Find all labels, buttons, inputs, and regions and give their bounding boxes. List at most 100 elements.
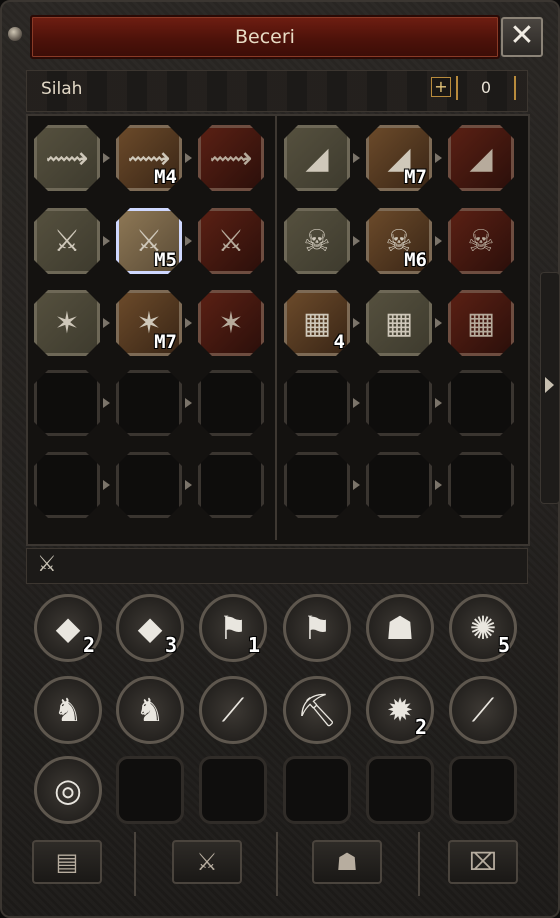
right-skill-slot[interactable] [366, 452, 432, 518]
left-skill-slot[interactable] [198, 370, 264, 436]
right-skill-slot[interactable]: ▦ 4 [284, 290, 350, 356]
claw-strike-skill[interactable]: ✹ 2 [366, 676, 434, 744]
locked-skill[interactable]: ⟋ [449, 676, 517, 744]
right-skill-slot[interactable]: ▦ [366, 290, 432, 356]
group-skill[interactable]: ☗ [366, 594, 434, 662]
side-expand-handle[interactable] [540, 272, 560, 504]
emblem-icon: ✶ [54, 305, 80, 341]
empty-support-slot[interactable] [283, 756, 351, 824]
support-skill-bar: ⚔ [26, 548, 528, 584]
tab-separator [134, 832, 136, 896]
fishing-rod-icon: ⟋ [221, 690, 245, 729]
tab-skills[interactable]: ⚔ [172, 840, 242, 884]
skill-points-value: 0 [456, 76, 516, 100]
close-button[interactable]: ✕ [501, 17, 543, 57]
tab-character[interactable]: ▤ [32, 840, 102, 884]
upgrade-arrow-icon [185, 398, 192, 408]
figure-icon: ☗ [336, 848, 358, 876]
right-skill-slot[interactable] [284, 370, 350, 436]
tree-divider [275, 116, 277, 540]
upgrade-arrow-icon [185, 236, 192, 246]
left-skill-slot[interactable]: ⟿ [198, 125, 264, 191]
tab-emotes[interactable]: ☗ [312, 840, 382, 884]
category-label: Silah [41, 79, 83, 99]
id-card-icon: ▤ [55, 848, 79, 876]
left-skill-slot[interactable] [116, 452, 182, 518]
skull-icon: ☠ [467, 223, 495, 259]
left-skill-slot[interactable]: ⚔ [198, 208, 264, 274]
tab-quests[interactable]: ⌧ [448, 840, 518, 884]
right-skill-slot[interactable]: ◢ [448, 125, 514, 191]
left-skill-slot[interactable] [34, 452, 100, 518]
empty-support-slot[interactable] [199, 756, 267, 824]
add-points-button[interactable]: + [431, 77, 451, 97]
upgrade-arrow-icon [353, 318, 360, 328]
right-skill-slot[interactable]: ☠ [284, 208, 350, 274]
right-skill-slot[interactable]: ☠ M6 [366, 208, 432, 274]
group-icon: ☗ [385, 609, 415, 647]
upgrade-arrow-icon [185, 153, 192, 163]
skill-level: 1 [247, 633, 260, 657]
horse-circle-icon: ♞ [135, 691, 165, 729]
left-skill-slot[interactable]: ⚔ M5 [116, 208, 182, 274]
left-skill-slot[interactable]: ✶ [198, 290, 264, 356]
book-red-skill[interactable]: ◆ 2 [34, 594, 102, 662]
left-skill-slot[interactable] [34, 370, 100, 436]
flag-up-icon: ⚑ [302, 609, 332, 647]
window-title[interactable]: Beceri [30, 15, 500, 59]
empty-support-slot[interactable] [449, 756, 517, 824]
tab-separator [418, 832, 420, 896]
book-yellow-skill[interactable]: ◆ 3 [116, 594, 184, 662]
sword-icon: ⚔ [53, 223, 81, 259]
left-skill-slot[interactable]: ⟿ [34, 125, 100, 191]
upgrade-arrow-icon [435, 480, 442, 490]
swirl-skill[interactable]: ✺ 5 [449, 594, 517, 662]
upgrade-arrow-icon [103, 236, 110, 246]
skill-level: 2 [414, 715, 427, 739]
target-icon: ◎ [54, 771, 82, 809]
skill-level: M7 [154, 331, 177, 353]
empty-support-slot[interactable] [116, 756, 184, 824]
left-skill-slot[interactable]: ✶ M7 [116, 290, 182, 356]
right-skill-slot[interactable] [366, 370, 432, 436]
skill-level: M4 [154, 166, 177, 188]
horse-circle-skill[interactable]: ♞ [116, 676, 184, 744]
rune-icon: ▦ [466, 305, 496, 341]
left-skill-slot[interactable] [116, 370, 182, 436]
pickaxe-icon: ⛏ [296, 691, 338, 729]
flag-up-skill[interactable]: ⚑ [283, 594, 351, 662]
upgrade-arrow-icon [353, 480, 360, 490]
right-skill-slot[interactable] [448, 370, 514, 436]
right-skill-slot[interactable] [284, 452, 350, 518]
upgrade-arrow-icon [435, 318, 442, 328]
horse-skill[interactable]: ♞ [34, 676, 102, 744]
left-skill-slot[interactable]: ⟿ M4 [116, 125, 182, 191]
left-skill-slot[interactable]: ✶ [34, 290, 100, 356]
fishing-skill[interactable]: ⟋ [199, 676, 267, 744]
skull-icon: ☠ [303, 223, 331, 259]
skill-level: 5 [497, 633, 510, 657]
empty-support-slot[interactable] [366, 756, 434, 824]
right-skill-slot[interactable]: ▦ [448, 290, 514, 356]
net-icon: ◢ [305, 140, 329, 176]
flag-skill[interactable]: ⚑ 1 [199, 594, 267, 662]
upgrade-arrow-icon [435, 236, 442, 246]
target-skill[interactable]: ◎ [34, 756, 102, 824]
mining-skill[interactable]: ⛏ [283, 676, 351, 744]
right-skill-slot[interactable]: ☠ [448, 208, 514, 274]
skill-level: 2 [82, 633, 95, 657]
upgrade-arrow-icon [103, 398, 110, 408]
upgrade-arrow-icon [435, 153, 442, 163]
right-skill-slot[interactable]: ◢ [284, 125, 350, 191]
left-skill-slot[interactable] [198, 452, 264, 518]
right-skill-slot[interactable]: ◢ M7 [366, 125, 432, 191]
skill-level: M7 [404, 166, 427, 188]
upgrade-arrow-icon [185, 318, 192, 328]
sword-icon: ⚔ [196, 848, 218, 876]
pin-icon[interactable] [8, 27, 22, 41]
locked-sword-icon: ⟋ [471, 690, 495, 729]
upgrade-arrow-icon [103, 153, 110, 163]
right-skill-slot[interactable] [448, 452, 514, 518]
skill-level: 3 [164, 633, 177, 657]
left-skill-slot[interactable]: ⚔ [34, 208, 100, 274]
